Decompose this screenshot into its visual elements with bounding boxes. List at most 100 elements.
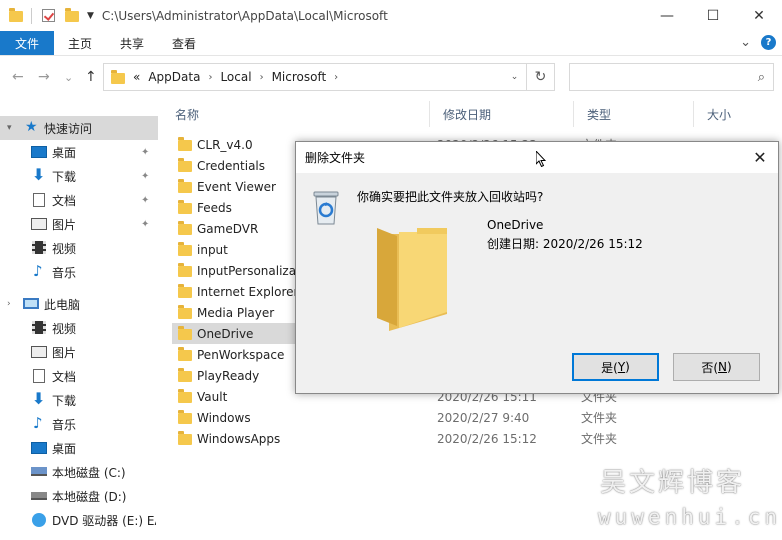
folder-icon	[178, 410, 192, 424]
address-bar[interactable]: « AppData › Local › Microsoft › ⌄	[103, 63, 527, 91]
column-modified[interactable]: 修改日期	[430, 101, 574, 127]
sidebar-item-drive-d[interactable]: 本地磁盘 (D:)	[0, 484, 158, 508]
sidebar-item-drive-c[interactable]: 本地磁盘 (C:)	[0, 460, 158, 484]
sidebar-item-pictures[interactable]: 图片 ✦	[0, 212, 158, 236]
expand-ribbon-icon[interactable]: ⌄	[740, 35, 751, 50]
list-item[interactable]: WindowsApps 2020/2/26 15:12 文件夹	[172, 428, 622, 449]
no-button[interactable]: 否(N)	[673, 353, 760, 381]
picture-icon	[31, 346, 47, 358]
sidebar-item-pc-pictures[interactable]: 图片	[0, 340, 158, 364]
watermark-title: 吴文辉博客	[600, 468, 746, 498]
pin-icon[interactable]: ✦	[141, 147, 149, 158]
chevron-right-icon[interactable]: ›	[334, 72, 338, 83]
pin-icon[interactable]: ✦	[141, 171, 149, 182]
video-icon	[32, 321, 46, 334]
breadcrumb-overflow[interactable]: «	[133, 70, 140, 84]
folder-icon	[178, 284, 192, 298]
up-arrow-icon[interactable]: ↑	[85, 69, 97, 85]
desktop-icon	[31, 146, 47, 158]
document-icon	[33, 193, 45, 207]
search-icon: ⌕	[757, 70, 765, 85]
help-icon[interactable]: ?	[761, 35, 776, 50]
sidebar-item-quick-access[interactable]: ▾ ★ 快速访问	[0, 116, 158, 140]
column-type[interactable]: 类型	[574, 101, 694, 127]
folder-icon	[178, 368, 192, 382]
recent-locations-icon[interactable]: ⌄	[64, 71, 73, 84]
window-title: C:\Users\Administrator\AppData\Local\Mic…	[101, 8, 388, 23]
delete-folder-dialog: 删除文件夹 ✕ 你确实要把此文件夹放入回收站吗? OneDrive 创建日期: …	[295, 141, 779, 394]
dialog-item-name: OneDrive	[487, 218, 544, 232]
picture-icon	[31, 218, 47, 230]
maximize-button[interactable]: ☐	[690, 0, 736, 31]
sidebar-item-pc-documents[interactable]: 文档	[0, 364, 158, 388]
sidebar-item-documents[interactable]: 文档 ✦	[0, 188, 158, 212]
breadcrumb-appdata[interactable]: AppData	[148, 70, 200, 84]
navigation-bar: ← → ⌄ ↑ « AppData › Local › Microsoft › …	[0, 57, 782, 99]
tab-home[interactable]: 主页	[54, 31, 106, 55]
back-arrow-icon[interactable]: ←	[12, 69, 24, 85]
breadcrumb-local[interactable]: Local	[220, 70, 251, 84]
computer-icon	[23, 298, 39, 309]
list-item[interactable]: Windows 2020/2/27 9:40 文件夹	[172, 407, 622, 428]
pin-icon[interactable]: ✦	[141, 195, 149, 206]
close-button[interactable]: ✕	[736, 0, 782, 31]
properties-icon[interactable]	[42, 9, 55, 22]
ribbon-tabs: 文件 主页 共享 查看 ⌄ ?	[0, 31, 782, 56]
folder-icon	[178, 305, 192, 319]
dialog-title: 删除文件夹	[305, 151, 366, 165]
watermark-url: wuwenhui.cn	[598, 505, 782, 529]
column-size[interactable]: 大小	[694, 101, 774, 127]
download-icon: ⬇	[32, 389, 46, 408]
tab-share[interactable]: 共享	[106, 31, 158, 55]
yes-button[interactable]: 是(Y)	[572, 353, 659, 381]
dvd-icon	[32, 513, 46, 527]
list-item-selected[interactable]: OneDrive	[172, 323, 312, 344]
column-header-row: 名称 修改日期 类型 大小	[162, 101, 782, 127]
refresh-button[interactable]: ↻	[527, 63, 555, 91]
folder-icon	[178, 263, 192, 277]
sidebar-item-videos[interactable]: 视频	[0, 236, 158, 260]
sidebar-item-pc-desktop[interactable]: 桌面	[0, 436, 158, 460]
folder-icon	[178, 221, 192, 235]
tab-view[interactable]: 查看	[158, 31, 210, 55]
sidebar-item-pc-downloads[interactable]: ⬇ 下载	[0, 388, 158, 412]
sidebar-item-downloads[interactable]: ⬇ 下载 ✦	[0, 164, 158, 188]
folder-icon	[178, 389, 192, 403]
folder-icon	[9, 8, 23, 22]
navigation-pane: ▾ ★ 快速访问 桌面 ✦ ⬇ 下载 ✦ 文档 ✦ 图片 ✦ 视频 ♪ 音乐 ›…	[0, 112, 158, 540]
tab-file[interactable]: 文件	[0, 31, 54, 55]
divider	[31, 7, 32, 24]
recycle-bin-icon	[313, 191, 339, 225]
folder-icon	[178, 242, 192, 256]
document-icon	[33, 369, 45, 383]
sidebar-item-desktop[interactable]: 桌面 ✦	[0, 140, 158, 164]
forward-arrow-icon[interactable]: →	[38, 69, 50, 85]
sidebar-item-pc-videos[interactable]: 视频	[0, 316, 158, 340]
search-input[interactable]: ⌕	[569, 63, 774, 91]
column-name[interactable]: 名称	[162, 101, 430, 127]
mouse-cursor-icon	[536, 151, 546, 167]
sidebar-item-pc-music[interactable]: ♪ 音乐	[0, 412, 158, 436]
pin-icon[interactable]: ✦	[141, 219, 149, 230]
folder-icon	[178, 200, 192, 214]
minimize-button[interactable]: —	[644, 0, 690, 31]
chevron-down-icon[interactable]: ⌄	[502, 64, 526, 90]
video-icon	[32, 241, 46, 254]
sidebar-item-dvd-drive[interactable]: DVD 驱动器 (E:) EA	[0, 508, 158, 532]
sidebar-item-this-pc[interactable]: › 此电脑	[0, 292, 158, 316]
chevron-right-icon[interactable]: ›	[260, 72, 264, 83]
chevron-right-icon[interactable]: ›	[208, 72, 212, 83]
quick-access-dropdown-icon[interactable]: ▼	[87, 11, 94, 21]
new-folder-icon[interactable]	[65, 8, 79, 22]
folder-icon	[178, 431, 192, 445]
breadcrumb-microsoft[interactable]: Microsoft	[272, 70, 327, 84]
folder-icon	[178, 347, 192, 361]
sidebar-item-music[interactable]: ♪ 音乐	[0, 260, 158, 284]
music-icon: ♪	[33, 262, 43, 280]
folder-icon	[178, 137, 192, 151]
chevron-down-icon[interactable]: ▾	[7, 123, 12, 133]
dialog-close-button[interactable]: ✕	[742, 142, 778, 173]
title-bar: ▼ C:\Users\Administrator\AppData\Local\M…	[0, 0, 782, 31]
star-icon: ★	[25, 119, 38, 135]
chevron-right-icon[interactable]: ›	[7, 299, 11, 309]
